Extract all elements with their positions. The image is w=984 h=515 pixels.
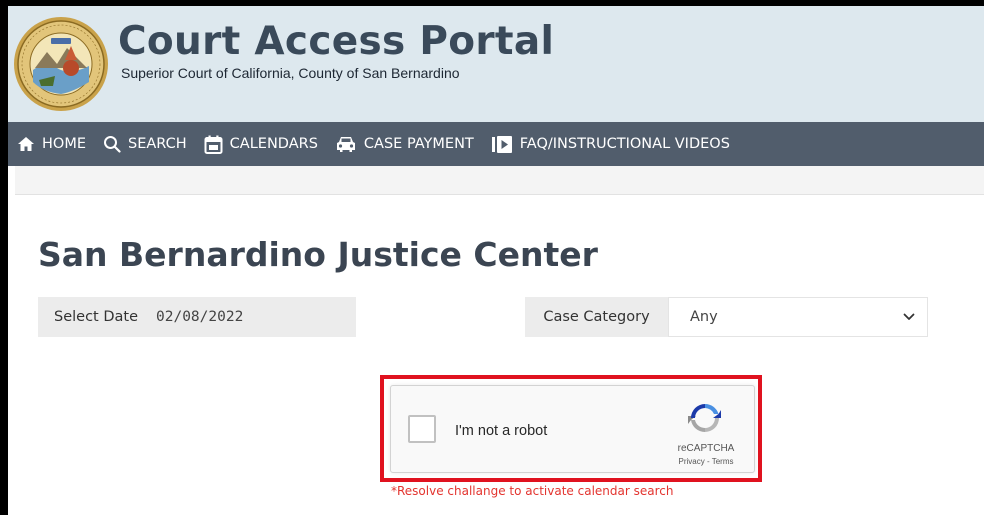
county-seal-logo[interactable] xyxy=(13,16,109,112)
recaptcha-widget: I'm not a robot reCAPTCHA Privacy - Term… xyxy=(390,385,755,473)
nav-case-payment-label: CASE PAYMENT xyxy=(363,136,474,152)
home-icon xyxy=(18,137,34,151)
recaptcha-label: I'm not a robot xyxy=(455,423,548,439)
case-category-value: Any xyxy=(690,309,718,325)
search-icon xyxy=(104,136,121,153)
nav-faq-label: FAQ/INSTRUCTIONAL VIDEOS xyxy=(519,136,730,152)
date-filter: Select Date xyxy=(38,297,356,337)
portal-title: Court Access Portal xyxy=(118,19,555,64)
nav-item-case-payment[interactable]: CASE PAYMENT xyxy=(326,122,482,166)
nav-calendars-label: CALENDARS xyxy=(229,136,318,152)
portal-subtitle: Superior Court of California, County of … xyxy=(121,65,460,81)
main-nav: HOME SEARCH CALENDARS CASE PAYMENT FAQ/I… xyxy=(8,122,984,166)
nav-item-home[interactable]: HOME xyxy=(8,122,94,166)
case-category-label: Case Category xyxy=(525,297,668,337)
nav-search-label: SEARCH xyxy=(128,136,187,152)
nav-home-label: HOME xyxy=(42,136,86,152)
car-icon xyxy=(336,137,355,152)
nav-item-faq-videos[interactable]: FAQ/INSTRUCTIONAL VIDEOS xyxy=(482,122,738,166)
date-label: Select Date xyxy=(54,309,138,325)
recaptcha-privacy-link[interactable]: Privacy xyxy=(679,457,705,466)
case-category-select[interactable]: Any xyxy=(668,297,928,337)
recaptcha-logo-icon xyxy=(688,403,721,433)
breadcrumb-bar xyxy=(15,166,984,195)
recaptcha-brand: reCAPTCHA xyxy=(677,443,735,454)
nav-item-search[interactable]: SEARCH xyxy=(94,122,195,166)
recaptcha-links: Privacy - Terms xyxy=(661,457,751,466)
captcha-requirement-note: *Resolve challange to activate calendar … xyxy=(391,484,674,498)
nav-item-calendars[interactable]: CALENDARS xyxy=(195,122,326,166)
chevron-down-icon xyxy=(903,313,915,320)
page-title: San Bernardino Justice Center xyxy=(38,235,598,274)
recaptcha-checkbox[interactable] xyxy=(408,415,436,443)
video-play-icon xyxy=(491,135,512,153)
calendar-icon xyxy=(204,135,223,154)
recaptcha-terms-link[interactable]: Terms xyxy=(712,457,734,466)
recaptcha-link-separator: - xyxy=(704,457,712,466)
date-input[interactable] xyxy=(156,309,276,325)
site-header: Court Access Portal Superior Court of Ca… xyxy=(8,6,984,122)
